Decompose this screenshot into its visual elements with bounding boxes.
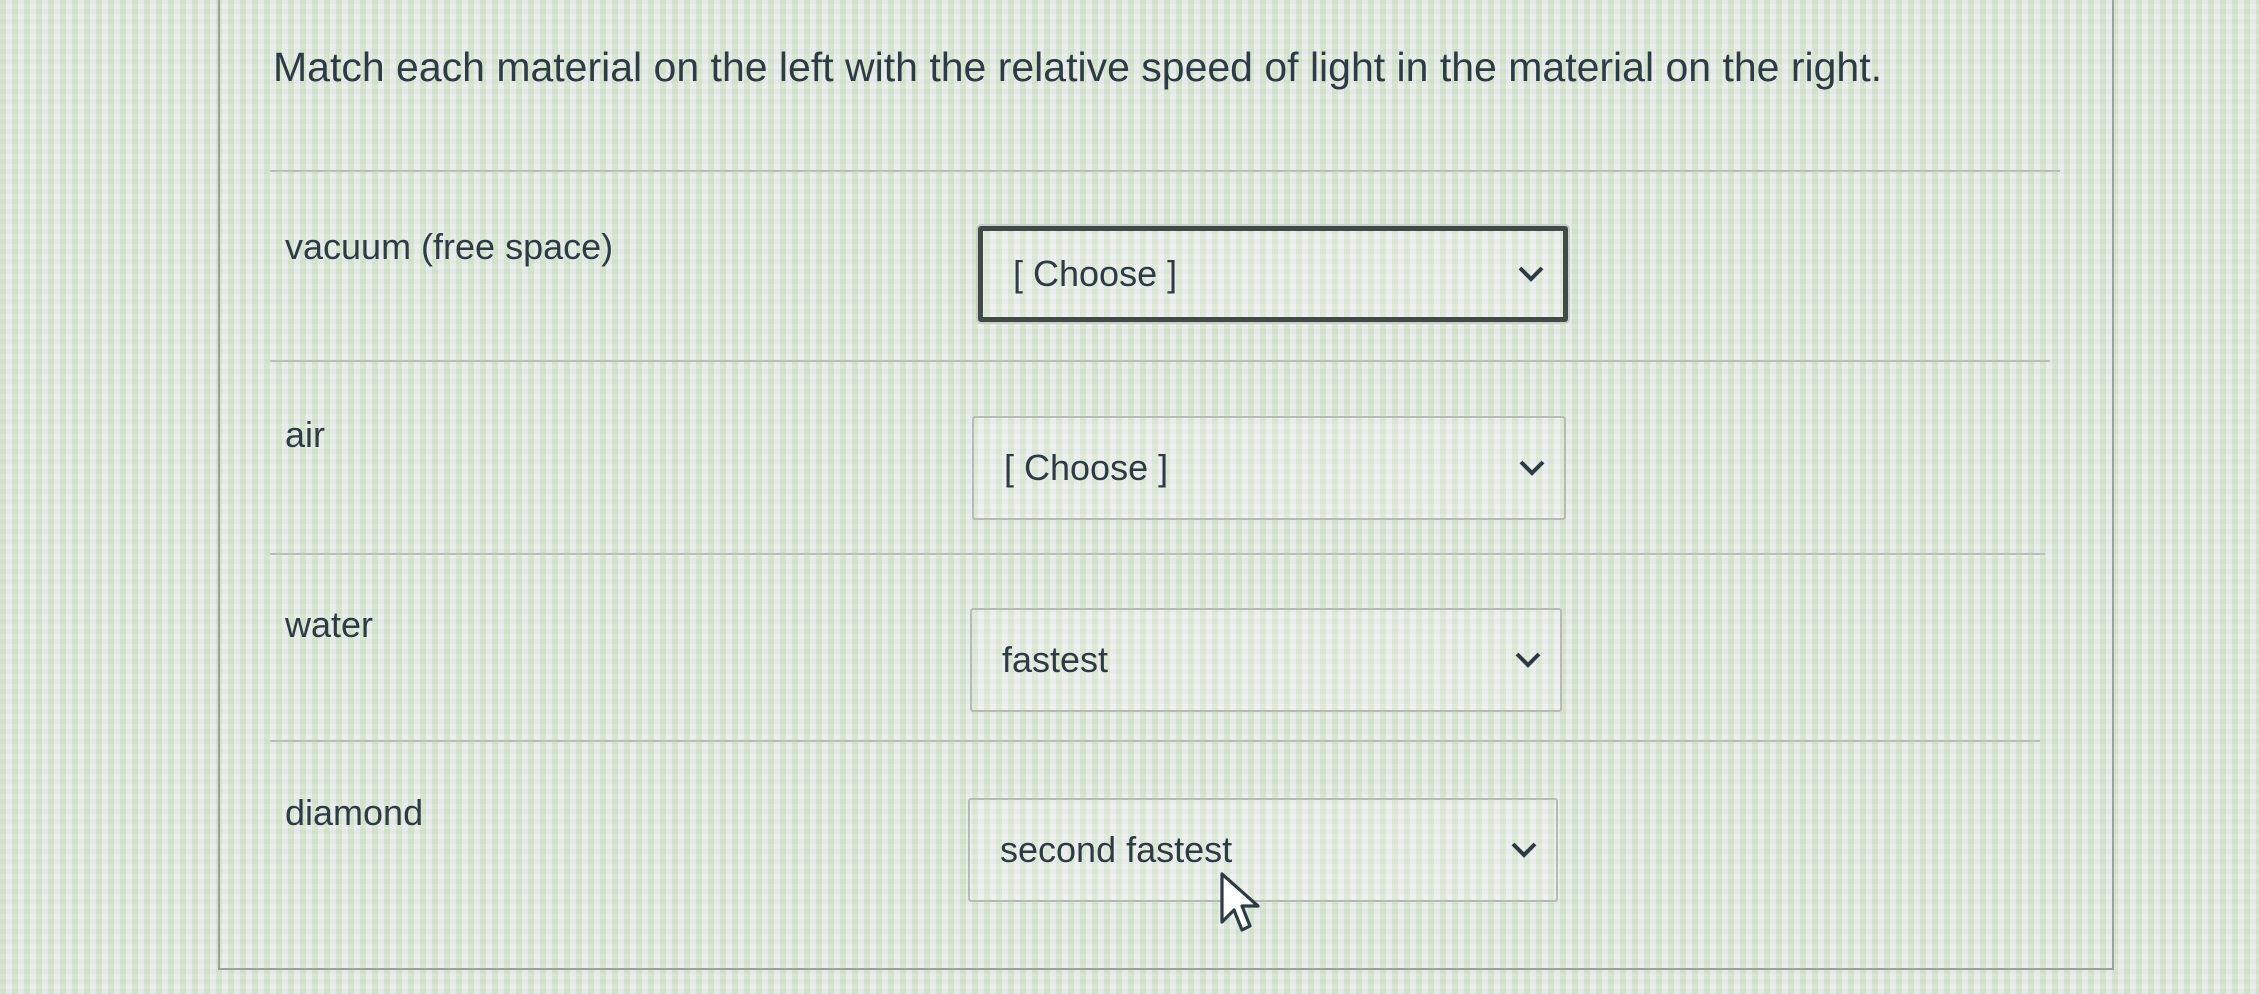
chevron-down-icon — [1515, 652, 1541, 668]
divider — [270, 170, 2060, 172]
select-value: [ Choose ] — [1013, 253, 1178, 294]
select-value: second fastest — [1000, 829, 1233, 870]
question-text: Match each material on the left with the… — [273, 44, 1882, 90]
material-label-air: air — [285, 414, 326, 455]
chevron-down-icon — [1511, 842, 1537, 858]
select-value: [ Choose ] — [1004, 447, 1169, 488]
speed-select-water[interactable]: fastest — [970, 608, 1562, 712]
material-label-vacuum: vacuum (free space) — [285, 226, 614, 267]
divider — [270, 553, 2045, 555]
mouse-pointer-icon — [1220, 872, 1260, 932]
divider — [270, 360, 2050, 362]
chevron-down-icon — [1518, 266, 1544, 282]
select-value: fastest — [1002, 639, 1109, 680]
material-label-diamond: diamond — [285, 792, 424, 833]
material-label-water: water — [285, 604, 374, 645]
chevron-down-icon — [1519, 460, 1545, 476]
speed-select-vacuum[interactable]: [ Choose ] — [978, 226, 1568, 322]
speed-select-air[interactable]: [ Choose ] — [972, 416, 1566, 520]
divider — [270, 740, 2040, 742]
